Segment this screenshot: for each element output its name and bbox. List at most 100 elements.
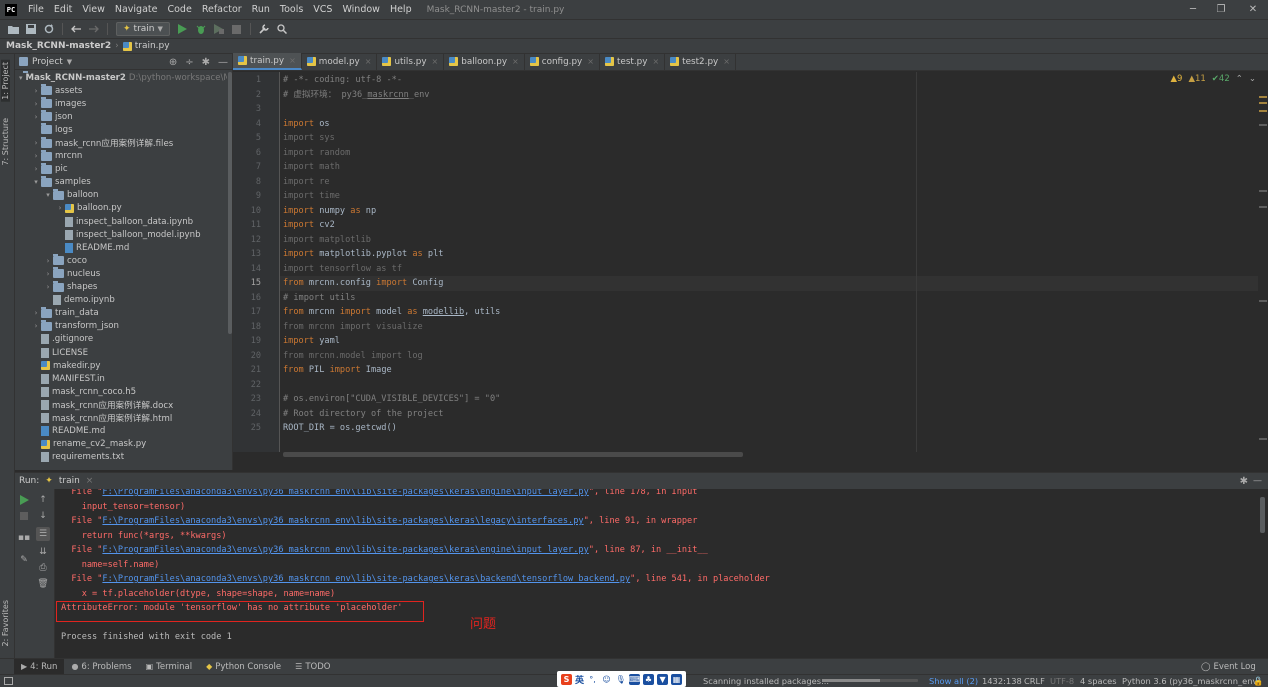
menu-file[interactable]: File [23, 4, 49, 15]
code-line[interactable]: import os [283, 117, 330, 132]
tree-item[interactable]: mask_rcnn应用案例详解.html [15, 411, 227, 424]
typo-ok-count[interactable]: ✔42 [1212, 74, 1230, 84]
chevron-right-icon[interactable]: › [31, 152, 41, 160]
minimize-button[interactable]: ─ [1178, 0, 1208, 19]
editor-tab[interactable]: model.py × [302, 53, 378, 70]
tree-item[interactable]: › shapes [15, 280, 227, 294]
code-line[interactable]: import matplotlib [283, 233, 371, 248]
menu-tools[interactable]: Tools [275, 4, 308, 15]
console-line[interactable]: File "F:\ProgramFiles\anaconda3\envs\py3… [61, 572, 770, 587]
terminal-tool-tab[interactable]: ▣ Terminal [139, 659, 199, 675]
tree-item[interactable]: logs [15, 123, 227, 136]
code-line[interactable]: from mrcnn.model import log [283, 349, 423, 364]
tree-item[interactable]: › coco [15, 254, 227, 267]
chevron-down-icon[interactable]: ▾ [31, 178, 41, 186]
run-icon[interactable] [174, 21, 192, 37]
run-config-selector[interactable]: ✦ train ▼ [116, 22, 170, 36]
close-tab-icon[interactable]: × [365, 57, 372, 66]
run-config-tab[interactable]: train [59, 476, 80, 486]
warning-marker[interactable] [1259, 110, 1267, 112]
warning-marker[interactable] [1259, 102, 1267, 104]
editor-tab[interactable]: train.py × [233, 53, 302, 70]
editor-horizontal-scrollbar[interactable] [283, 452, 743, 457]
collapse-all-icon[interactable]: ÷ [185, 57, 193, 68]
chevron-right-icon[interactable]: › [31, 322, 41, 330]
project-tool-tab[interactable]: 1: Project [1, 60, 10, 102]
tree-item[interactable]: ▾Mask_RCNN-master2D:\python-workspace\Ma… [15, 71, 227, 84]
microphone-icon[interactable]: 🎙 [615, 674, 626, 685]
tree-item[interactable]: inspect_balloon_model.ipynb [15, 228, 227, 241]
close-window-button[interactable]: ✕ [1238, 0, 1268, 19]
interpreter-selector[interactable]: Python 3.6 (py36_maskrcnn_env) [1122, 676, 1261, 686]
chevron-down-icon[interactable]: ▾ [19, 74, 23, 82]
back-icon[interactable] [67, 21, 85, 37]
tree-item[interactable]: LICENSE [15, 346, 227, 359]
menu-edit[interactable]: Edit [49, 4, 77, 15]
locate-icon[interactable]: ⊕ [169, 57, 177, 68]
save-icon[interactable] [22, 21, 40, 37]
breadcrumb-project[interactable]: Mask_RCNN-master2 [6, 41, 111, 51]
chevron-down-icon[interactable]: ▼ [67, 58, 72, 66]
tree-item[interactable]: › assets [15, 84, 227, 97]
tree-item[interactable]: › mrcnn [15, 149, 227, 163]
code-line[interactable]: import math [283, 160, 340, 175]
forward-icon[interactable] [85, 21, 103, 37]
editor-error-stripe[interactable] [1258, 72, 1268, 452]
tree-item[interactable]: MANIFEST.in [15, 372, 227, 385]
maximize-button[interactable]: ❐ [1206, 0, 1236, 19]
tree-item[interactable]: ▾ balloon [15, 188, 227, 202]
console-line[interactable]: File "F:\ProgramFiles\anaconda3\envs\py3… [61, 489, 697, 500]
menu-code[interactable]: Code [162, 4, 196, 15]
menu-run[interactable]: Run [247, 4, 275, 15]
tree-item[interactable]: demo.ipynb [15, 294, 227, 307]
tree-item[interactable]: rename_cv2_mask.py [15, 438, 227, 451]
tree-item[interactable]: ▾ samples [15, 175, 227, 189]
code-line[interactable]: from mrcnn.config import Config [283, 276, 443, 291]
code-content[interactable]: # -*- coding: utf-8 -*- # 虚拟环境： py36_mask… [283, 72, 1263, 452]
wrench-icon[interactable] [255, 21, 273, 37]
next-highlight-icon[interactable]: ⌄ [1249, 74, 1256, 84]
editor-tab[interactable]: test.py × [600, 53, 666, 70]
tree-item[interactable]: › json [15, 110, 227, 123]
hide-panel-icon[interactable]: — [218, 57, 228, 68]
code-line[interactable]: from mrcnn import model as modellib, uti… [283, 305, 500, 320]
editor-tab[interactable]: config.py × [525, 53, 600, 70]
chevron-right-icon[interactable]: › [31, 87, 41, 95]
chevron-right-icon[interactable]: › [43, 257, 53, 265]
pin-icon[interactable]: ✎ [17, 553, 31, 567]
tree-item[interactable]: › balloon.py [15, 202, 227, 215]
console-scrollbar[interactable] [1260, 497, 1265, 533]
stop-icon[interactable] [17, 509, 31, 523]
scroll-up-icon[interactable]: ↑ [36, 493, 50, 507]
stop-icon[interactable] [228, 21, 246, 37]
code-line[interactable]: import tensorflow as tf [283, 262, 402, 277]
punctuation-icon[interactable]: °, [587, 674, 598, 685]
toolbox-icon[interactable]: ▦ [671, 673, 683, 685]
run-tool-tab[interactable]: ▶ 4: Run [14, 658, 65, 675]
file-path-link[interactable]: F:\ProgramFiles\anaconda3\envs\py36_mask… [102, 516, 583, 526]
code-line[interactable]: import cv2 [283, 218, 335, 233]
close-tab-icon[interactable]: × [289, 56, 296, 65]
menu-refactor[interactable]: Refactor [197, 4, 247, 15]
chevron-right-icon[interactable]: › [31, 139, 41, 147]
chevron-right-icon[interactable]: › [55, 204, 65, 212]
file-encoding[interactable]: UTF-8 [1050, 676, 1074, 686]
close-tab-icon[interactable]: × [723, 57, 730, 66]
previous-highlight-icon[interactable]: ⌃ [1236, 74, 1243, 84]
structure-tool-tab[interactable]: 7: Structure [1, 118, 10, 166]
menu-window[interactable]: Window [337, 4, 384, 15]
code-line[interactable]: ROOT_DIR = os.getcwd() [283, 421, 397, 436]
tree-item[interactable]: README.md [15, 241, 227, 254]
cursor-position[interactable]: 1432:138 [982, 676, 1022, 686]
coverage-icon[interactable] [210, 21, 228, 37]
tree-item[interactable]: › transform_json [15, 319, 227, 333]
hide-panel-icon[interactable]: — [1253, 476, 1262, 486]
emoji-icon[interactable]: ☺ [601, 674, 612, 685]
tree-item[interactable]: › train_data [15, 306, 227, 320]
favorites-tool-tab[interactable]: 2: Favorites [1, 600, 10, 646]
search-icon[interactable] [273, 21, 291, 37]
trash-icon[interactable]: 🗑 [36, 577, 50, 591]
code-line[interactable]: # import utils [283, 291, 355, 306]
weak-warning-marker[interactable] [1259, 190, 1267, 192]
chevron-right-icon[interactable]: › [43, 283, 53, 291]
